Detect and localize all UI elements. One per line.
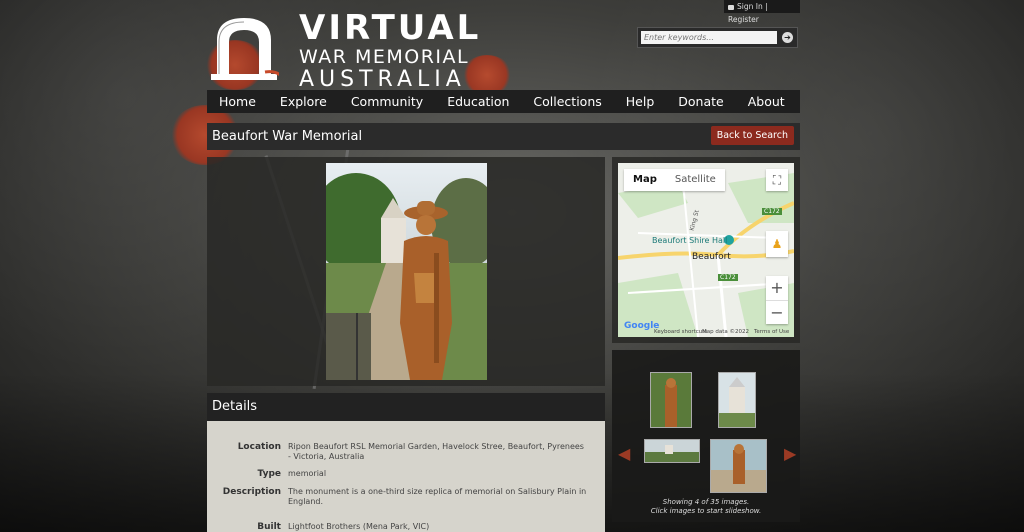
map-road-label: C172 (718, 274, 738, 281)
logo-line-1: VIRTUAL (299, 8, 482, 48)
map-road-label: C172 (762, 208, 782, 215)
main-nav: Home Explore Community Education Collect… (207, 90, 800, 113)
fullscreen-icon[interactable]: ⛶ (766, 169, 788, 191)
details-value: Ripon Beaufort RSL Memorial Garden, Have… (288, 442, 584, 461)
zoom-out-button[interactable]: − (766, 300, 788, 325)
zoom-in-button[interactable]: + (766, 276, 788, 300)
gallery-prev-icon[interactable]: ◀ (618, 444, 630, 463)
page-container: VIRTUAL WAR MEMORIAL AUSTRALIA Sign In |… (207, 0, 800, 532)
map-data-credit: Map data ©2022 (702, 329, 749, 335)
memorial-arch-icon (211, 18, 279, 80)
details-header: Details (207, 393, 605, 421)
details-value: memorial (288, 469, 327, 478)
gallery-count-text: Showing 4 of 35 images. (662, 498, 750, 506)
page-title: Beaufort War Memorial (212, 129, 363, 144)
nav-about[interactable]: About (748, 94, 785, 109)
gallery-thumb-3[interactable] (644, 439, 700, 463)
google-map[interactable]: Map Satellite ⛶ ♟ + − Beaufort Shire Hal… (618, 163, 794, 337)
lock-icon (728, 4, 734, 10)
map-keyboard-shortcuts[interactable]: Keyboard shortcuts (654, 329, 707, 335)
map-terms-link[interactable]: Terms of Use (754, 329, 789, 335)
map-type-tabs: Map Satellite (624, 169, 725, 191)
search-box: ➔ (637, 27, 798, 48)
details-key: Description (222, 487, 281, 497)
nav-community[interactable]: Community (351, 94, 423, 109)
logo-wordmark: VIRTUAL WAR MEMORIAL AUSTRALIA (299, 10, 481, 92)
gallery-caption: Showing 4 of 35 images. Click images to … (612, 498, 800, 516)
gallery-next-icon[interactable]: ▶ (784, 444, 796, 463)
logo-line-2: WAR MEMORIAL (299, 46, 470, 68)
details-key: Type (257, 469, 281, 479)
details-value: The monument is a one-third size replica… (288, 487, 587, 506)
image-gallery: ◀ ▶ Showing 4 of 35 images. Click images… (612, 350, 800, 522)
nav-collections[interactable]: Collections (533, 94, 601, 109)
nav-explore[interactable]: Explore (280, 94, 327, 109)
search-input[interactable] (641, 31, 777, 44)
map-panel: Map Satellite ⛶ ♟ + − Beaufort Shire Hal… (612, 157, 800, 343)
search-go-icon[interactable]: ➔ (782, 32, 793, 43)
logo-line-3: AUSTRALIA (299, 67, 466, 92)
gallery-thumb-4[interactable] (710, 439, 767, 493)
map-tab-map[interactable]: Map (624, 169, 666, 191)
main-photo-panel (207, 157, 605, 386)
back-to-search-button[interactable]: Back to Search (710, 126, 794, 145)
details-table: Location Ripon Beaufort RSL Memorial Gar… (207, 421, 605, 532)
map-poi-label: Beaufort Shire Hall (652, 236, 728, 245)
nav-home[interactable]: Home (219, 94, 256, 109)
memorial-photo[interactable] (326, 163, 487, 380)
signin-register-link[interactable]: Sign In | Register (724, 0, 800, 24)
details-value: Lightfoot Brothers (Mena Park, VIC) (288, 522, 430, 531)
street-view-pegman-icon[interactable]: ♟ (766, 231, 788, 257)
details-heading: Details (212, 399, 258, 414)
gallery-thumb-1[interactable] (650, 372, 692, 428)
map-town-label: Beaufort (692, 252, 731, 262)
zoom-controls: + − (766, 276, 788, 324)
details-key: Built (257, 522, 281, 532)
nav-education[interactable]: Education (447, 94, 509, 109)
page-title-bar: Beaufort War Memorial Back to Search (207, 123, 800, 150)
details-key: Location (237, 442, 281, 452)
gallery-thumb-2[interactable] (718, 372, 756, 428)
nav-donate[interactable]: Donate (678, 94, 723, 109)
site-logo[interactable]: VIRTUAL WAR MEMORIAL AUSTRALIA (207, 8, 497, 92)
map-tab-satellite[interactable]: Satellite (666, 169, 725, 191)
nav-help[interactable]: Help (626, 94, 655, 109)
gallery-hint-text: Click images to start slideshow. (650, 507, 762, 515)
